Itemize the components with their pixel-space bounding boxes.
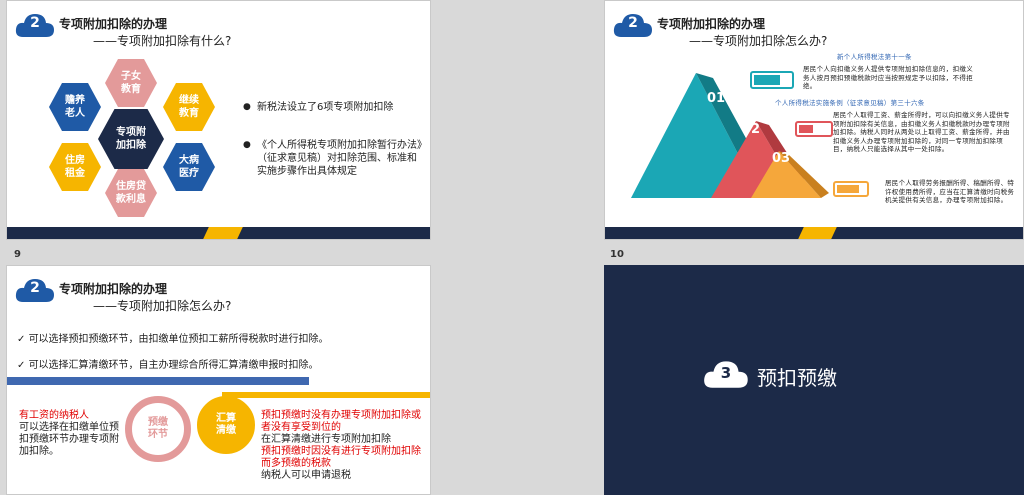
step-01: 01 — [707, 91, 726, 106]
slide-subtitle: ——专项附加扣除有什么? — [93, 34, 232, 48]
hex-housing-loan: 住房贷 款利息 — [105, 169, 157, 217]
slide-title: 专项附加扣除的办理 — [657, 17, 766, 31]
blue-band — [7, 377, 309, 385]
bottom-bar — [7, 227, 430, 239]
law-paragraph-1: 居民个人向扣缴义务人提供专项附加扣除信息的，扣缴义务人按月预扣预缴税款时应当按照… — [803, 65, 973, 90]
check-item-1: ✓ 可以选择预扣预缴环节，由扣缴单位预扣工薪所得税款时进行扣除。 — [17, 334, 329, 345]
cloud-number: 2 — [628, 15, 638, 31]
circle-prepay-stage: 预缴 环节 — [125, 396, 191, 462]
section-title: 预扣预缴 — [757, 366, 837, 390]
slide-10[interactable]: 2 专项附加扣除的办理 ——专项附加扣除怎么办? 01 02 03 新个人所得税… — [604, 0, 1024, 240]
law-heading-1: 新个人所得税法第十一条 — [837, 53, 912, 61]
check-item-2: ✓ 可以选择汇算清缴环节，自主办理综合所得汇算清缴申报时扣除。 — [17, 360, 319, 371]
right-caption: 预扣预缴时没有办理专项附加扣除或者没有享受到位的 在汇算清缴进行专项附加扣除 预… — [261, 410, 421, 481]
page-number-10: 10 — [610, 249, 624, 260]
battery-icon-1 — [750, 71, 794, 89]
hex-children-education: 子女 教育 — [105, 59, 157, 107]
step-03: 03 — [772, 151, 791, 166]
page-number-9: 9 — [14, 249, 21, 260]
cloud-number: 2 — [30, 280, 40, 296]
gold-band — [222, 392, 430, 398]
hex-housing-rent: 住房 租金 — [49, 143, 101, 191]
battery-icon-3 — [833, 181, 869, 197]
law-paragraph-3: 居民个人取得劳务报酬所得、稿酬所得、特许权使用费所得，应当在汇算清缴时向税务机关… — [885, 179, 1015, 204]
slide-title: 专项附加扣除的办理 — [59, 282, 168, 296]
circle-settlement-stage: 汇算 清缴 — [197, 396, 255, 454]
hex-medical: 大病 医疗 — [163, 143, 215, 191]
slide-9[interactable]: 2 专项附加扣除的办理 ——专项附加扣除有什么? 子女 教育 赡养 老人 继续 … — [6, 0, 431, 240]
bullet-1: 新税法设立了6项专项附加扣除 — [243, 101, 422, 114]
slide-subtitle: ——专项附加扣除怎么办? — [689, 34, 828, 48]
law-heading-2: 个人所得税法实施条例（征求意见稿）第三十六条 — [775, 99, 925, 107]
cloud-number: 2 — [30, 15, 40, 31]
hex-continuing-education: 继续 教育 — [163, 83, 215, 131]
slide-12[interactable]: 3 预扣预缴 — [604, 265, 1024, 495]
law-paragraph-2: 居民个人取得工资、薪金所得时，可以向扣缴义务人提供专项附加扣除有关信息，由扣缴义… — [833, 111, 1010, 153]
slide-title: 专项附加扣除的办理 — [59, 17, 168, 31]
bottom-bar — [605, 227, 1023, 239]
bullet-2: 《个人所得税专项附加扣除暂行办法》（征求意见稿）对扣除范围、标准和实施步骤作出具… — [243, 139, 422, 178]
slide-11[interactable]: 2 专项附加扣除的办理 ——专项附加扣除怎么办? ✓ 可以选择预扣预缴环节，由扣… — [6, 265, 431, 495]
hex-center: 专项附 加扣除 — [98, 109, 164, 169]
step-02: 02 — [742, 122, 761, 137]
hex-elderly-support: 赡养 老人 — [49, 83, 101, 131]
battery-icon-2 — [795, 121, 833, 137]
left-caption: 有工资的纳税人 可以选择在扣缴单位预扣预缴环节办理专项附加扣除。 — [19, 410, 119, 457]
cloud-number: 3 — [720, 364, 732, 382]
slide-subtitle: ——专项附加扣除怎么办? — [93, 299, 232, 313]
